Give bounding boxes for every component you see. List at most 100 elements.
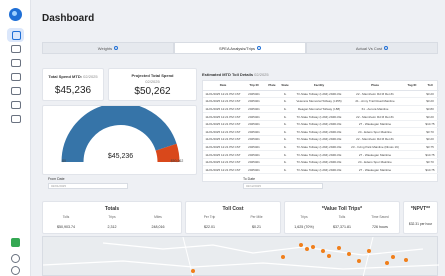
- map-road: [362, 236, 374, 276]
- table-cell: Tri-State Tollway (I-294) 294D-KE: [291, 120, 347, 129]
- totals-card: Totals Tolls $50,903.74 Trips 2,312 Miles 2…: [42, 201, 182, 234]
- tab-label: Actual Vs Cost: [355, 45, 383, 51]
- table-column-header[interactable]: Tag ID: [403, 81, 421, 91]
- tab-weights[interactable]: Weights: [42, 42, 174, 54]
- chart-nav-icon[interactable]: [11, 87, 21, 95]
- value-trips-tolls: Tolls $37,371.81: [333, 215, 351, 229]
- toll-cost-card: Toll Cost Per Trip $22.01 Per Mile $0.21: [185, 201, 281, 234]
- to-date-label: To Date: [243, 177, 256, 181]
- table-cell: $3.20: [421, 112, 439, 121]
- users-nav-icon[interactable]: [11, 101, 21, 109]
- map-marker[interactable]: [347, 252, 351, 256]
- spend-gauge: $45,236 $0 $50,262: [61, 103, 183, 163]
- table-row[interactable]: 11/21/2025 12:21 PM CST 2025401 IL Tri-Stat…: [203, 112, 439, 121]
- map-marker[interactable]: [191, 269, 195, 273]
- totals-title: Totals: [104, 206, 120, 212]
- table-row[interactable]: 11/21/2025 12:21 PM CST 2025401 IL Reagan M…: [203, 105, 439, 114]
- table-column-header[interactable]: Toll: [421, 81, 439, 91]
- from-date-input[interactable]: 02/01/2025: [48, 183, 128, 189]
- logout-icon[interactable]: [11, 266, 20, 275]
- table-cell: [403, 97, 421, 106]
- calendar-nav-icon[interactable]: [11, 45, 21, 53]
- map-marker[interactable]: [337, 246, 341, 250]
- briefcase-nav-icon[interactable]: [11, 115, 21, 123]
- table-column-header[interactable]: State: [279, 81, 291, 91]
- table-row[interactable]: 11/21/2025 12:21 PM CST 2025401 IL Tri-Stat…: [203, 135, 439, 144]
- table-cell: 61 - Aurora Mainline: [347, 105, 403, 114]
- map-marker[interactable]: [391, 255, 395, 259]
- map-view[interactable]: [42, 236, 440, 276]
- table-cell: $10.75: [421, 120, 439, 129]
- table-row[interactable]: 11/21/2025 12:21 PM CST 2025401 IL Tri-Stat…: [203, 150, 439, 159]
- gauge-min-label: $0: [62, 159, 66, 163]
- truck-nav-icon[interactable]: [11, 59, 21, 67]
- table-row[interactable]: 11/21/2025 12:21 PM CST 2025401 IL Tri-Stat…: [203, 90, 439, 99]
- table-cell: Tri-State Tollway (I-294) 294D-KE: [291, 150, 347, 159]
- tab-actual-vs-cost[interactable]: Actual Vs Cost: [306, 42, 438, 54]
- table-cell: 11/21/2025 12:21 PM CST: [203, 97, 243, 106]
- status-indicator-icon[interactable]: [11, 238, 20, 247]
- table-row[interactable]: 11/21/2025 12:21 PM CST 2025401 IL Veterans…: [203, 97, 439, 106]
- map-marker[interactable]: [357, 259, 361, 263]
- table-cell: $3.20: [421, 97, 439, 106]
- map-marker[interactable]: [311, 245, 315, 249]
- table-cell: 2025401: [243, 158, 265, 167]
- table-cell: 27 - Waukegan Mainline: [347, 120, 403, 129]
- table-cell: IL: [279, 158, 291, 167]
- table-cell: IL: [279, 135, 291, 144]
- map-marker[interactable]: [327, 254, 331, 258]
- table-row[interactable]: 11/21/2025 12:21 PM CST 2025401 IL Tri-Stat…: [203, 120, 439, 129]
- dashboard-nav-icon[interactable]: [7, 28, 24, 42]
- table-row[interactable]: 11/21/2025 12:21 PM CST 2025401 IL Tri-Stat…: [203, 143, 439, 152]
- map-marker[interactable]: [305, 247, 309, 251]
- table-cell: $3.75: [421, 143, 439, 152]
- settings-icon[interactable]: [11, 254, 20, 263]
- table-cell: IL: [279, 127, 291, 137]
- table-cell: $3.80: [421, 105, 439, 114]
- to-date-input[interactable]: 02/12/2025: [243, 183, 323, 189]
- table-cell: IL: [279, 150, 291, 159]
- table-column-header[interactable]: Facility: [291, 81, 347, 91]
- total-spend-card: Total Spend MTD: 02/2025 $45,236: [42, 68, 104, 101]
- map-marker[interactable]: [367, 249, 371, 253]
- map-marker[interactable]: [404, 258, 408, 262]
- table-cell: Tri-State Tollway (I-294) 294D-KE: [291, 90, 347, 99]
- map-road: [102, 242, 424, 256]
- map-marker[interactable]: [281, 255, 285, 259]
- map-marker[interactable]: [321, 249, 325, 253]
- value-trips-time-saved: Time Saved 726 hours: [371, 215, 389, 229]
- table-cell: Tri-State Tollway (I-294) 294D-KE: [291, 165, 347, 175]
- projected-spend-label: Projected Total Spend: [131, 73, 174, 78]
- document-nav-icon[interactable]: [11, 73, 21, 81]
- table-column-header[interactable]: Date: [203, 81, 243, 91]
- tab-bar: Weights SPEA Analysis/Trips Actual Vs Co…: [42, 42, 438, 54]
- table-column-header[interactable]: Trip ID: [243, 81, 265, 91]
- table-cell: [265, 150, 279, 159]
- table-cell: [265, 165, 279, 175]
- info-icon: [384, 46, 389, 50]
- table-row[interactable]: 11/21/2025 12:21 PM CST 2025401 IL Tri-Stat…: [203, 158, 439, 167]
- table-cell: [403, 127, 421, 137]
- table-cell: [265, 120, 279, 129]
- map-marker[interactable]: [385, 261, 389, 265]
- tab-spea-analysis[interactable]: SPEA Analysis/Trips: [174, 42, 306, 54]
- value-trips-card: *Value Toll Trips* Trips 1,625 (70%) Toll…: [284, 201, 400, 234]
- npvt-value: $32.31 per hour: [408, 222, 433, 226]
- table-cell: 21 - Army Trail Road Mainline: [347, 97, 403, 106]
- table-row[interactable]: 11/21/2025 12:21 PM CST 2025401 IL Tri-Stat…: [203, 165, 439, 175]
- app-logo-icon[interactable]: [9, 8, 22, 21]
- table-column-header[interactable]: Plate: [265, 81, 279, 91]
- total-spend-value: $45,236: [54, 85, 92, 96]
- table-cell: [265, 127, 279, 137]
- table-row[interactable]: 11/21/2025 12:21 PM CST 2025401 IL Tri-Stat…: [203, 127, 439, 137]
- map-marker[interactable]: [299, 243, 303, 247]
- table-cell: [265, 97, 279, 106]
- table-cell: $10.75: [421, 150, 439, 159]
- table-cell: 2025401: [243, 112, 265, 121]
- table-cell: 11/21/2025 12:21 PM CST: [203, 143, 243, 152]
- table-cell: 2025401: [243, 90, 265, 99]
- table-cell: [265, 158, 279, 167]
- totals-miles: Miles 248,016: [151, 215, 165, 229]
- table-cell: 2025401: [243, 127, 265, 137]
- table-column-header[interactable]: Plaza: [347, 81, 403, 91]
